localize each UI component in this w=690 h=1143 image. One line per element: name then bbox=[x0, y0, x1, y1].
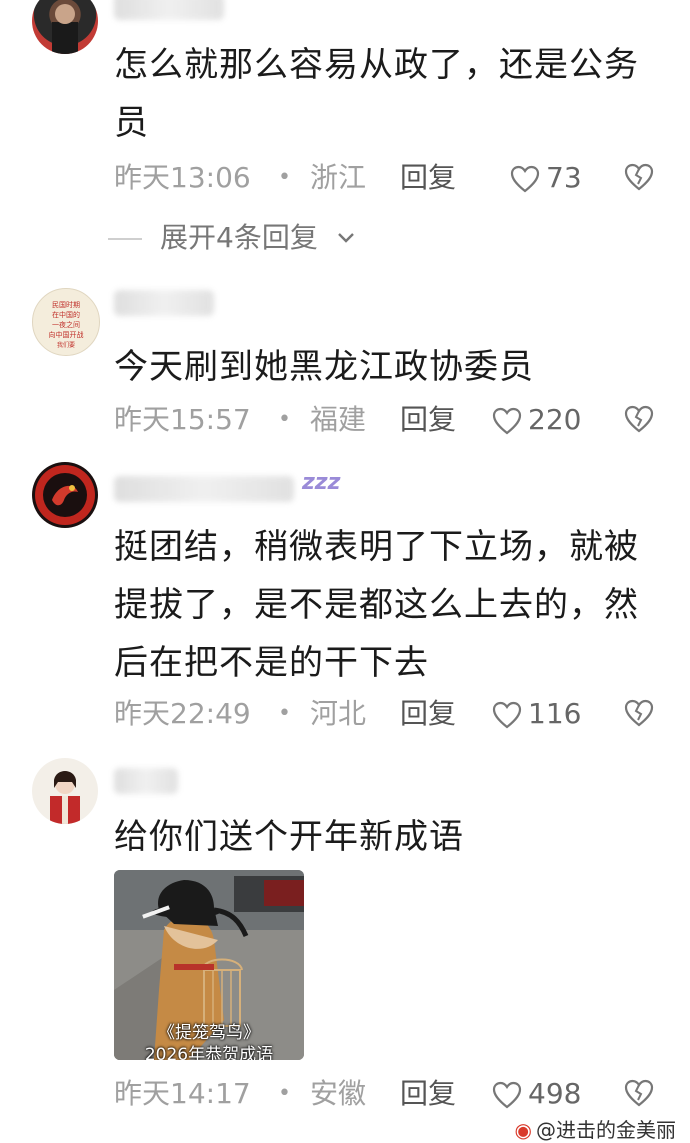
comment-time: 昨天14:17 bbox=[114, 1077, 251, 1110]
heart-outline-icon bbox=[510, 165, 540, 193]
reply-button[interactable]: 回复 bbox=[400, 1074, 456, 1114]
comment-time: 昨天15:57 bbox=[114, 403, 251, 436]
dislike-button[interactable] bbox=[624, 698, 654, 739]
heart-outline-icon bbox=[492, 701, 522, 729]
comment-text: 给你们送个开年新成语 bbox=[114, 817, 464, 857]
comment-time: 昨天13:06 bbox=[114, 161, 251, 194]
dislike-button[interactable] bbox=[624, 1078, 654, 1119]
separator-dot: • bbox=[278, 1081, 291, 1106]
comment-3: zzz 挺团结，稍微表明了下立场，就被提拔了，是不是都这么上去的，然后在把不是的… bbox=[0, 460, 690, 750]
separator-dot: • bbox=[278, 165, 291, 190]
broken-heart-icon bbox=[624, 163, 654, 191]
comment-text: 怎么就那么容易从政了，还是公务员 bbox=[114, 45, 639, 143]
comment-text: 今天刷到她黑龙江政协委员 bbox=[114, 347, 534, 387]
avatar[interactable] bbox=[32, 0, 98, 54]
heart-outline-icon bbox=[492, 1081, 522, 1109]
separator-dot: • bbox=[278, 407, 291, 432]
svg-text:我们要: 我们要 bbox=[57, 341, 75, 349]
watermark: ◉ @进击的金美丽 bbox=[515, 1114, 676, 1143]
like-count: 116 bbox=[528, 697, 582, 730]
heart-outline-icon bbox=[492, 407, 522, 435]
broken-heart-icon bbox=[624, 405, 654, 433]
reply-button[interactable]: 回复 bbox=[400, 694, 456, 734]
like-count: 73 bbox=[546, 161, 582, 194]
comment-meta: 昨天15:57 • 福建 回复 220 bbox=[114, 400, 674, 440]
image-caption-line2: 2026年恭贺成语 bbox=[144, 1045, 274, 1060]
comment-meta: 昨天22:49 • 河北 回复 116 bbox=[114, 694, 674, 734]
username-blurred[interactable] bbox=[114, 476, 294, 502]
separator-dot: • bbox=[278, 701, 291, 726]
avatar[interactable] bbox=[32, 462, 98, 528]
svg-text:在中国的: 在中国的 bbox=[52, 310, 80, 319]
reply-button[interactable]: 回复 bbox=[400, 158, 456, 198]
username-blurred[interactable] bbox=[114, 290, 214, 316]
comment-meta: 昨天13:06 • 浙江 回复 73 bbox=[114, 158, 674, 198]
comment-2: 民国时期 在中国的 一夜之间 向中国开战 我们要 今天刷到她黑龙江政协委员 昨天… bbox=[0, 270, 690, 460]
dislike-button[interactable] bbox=[624, 162, 654, 203]
comment-1: 怎么就那么容易从政了，还是公务员 昨天13:06 • 浙江 回复 73 展开4条… bbox=[0, 0, 690, 270]
expand-line bbox=[108, 238, 142, 240]
dislike-button[interactable] bbox=[624, 404, 654, 445]
like-button[interactable] bbox=[492, 700, 522, 740]
like-count: 498 bbox=[528, 1077, 582, 1110]
avatar[interactable]: 民国时期 在中国的 一夜之间 向中国开战 我们要 bbox=[32, 288, 100, 356]
comment-location: 安徽 bbox=[310, 1077, 367, 1110]
comment-meta: 昨天14:17 • 安徽 回复 498 bbox=[114, 1074, 674, 1114]
like-count: 220 bbox=[528, 403, 582, 436]
comment-4: 给你们送个开年新成语 《提笼驾鸟》 2026年恭贺成语 昨天14:17 • 安徽… bbox=[0, 750, 690, 1138]
weibo-icon: ◉ bbox=[514, 1118, 532, 1142]
like-button[interactable] bbox=[510, 164, 540, 204]
username-blurred[interactable] bbox=[114, 768, 178, 794]
broken-heart-icon bbox=[624, 1079, 654, 1107]
expand-replies-label: 展开4条回复 bbox=[160, 221, 318, 254]
svg-text:向中国开战: 向中国开战 bbox=[49, 330, 84, 339]
svg-text:民国时期: 民国时期 bbox=[52, 300, 80, 309]
comment-time: 昨天22:49 bbox=[114, 697, 251, 730]
zzz-sticker: zzz bbox=[302, 470, 341, 495]
svg-text:一夜之间: 一夜之间 bbox=[52, 320, 80, 329]
watermark-text: @进击的金美丽 bbox=[536, 1118, 676, 1142]
like-button[interactable] bbox=[492, 406, 522, 446]
comment-location: 浙江 bbox=[310, 161, 367, 194]
chevron-down-icon bbox=[338, 233, 354, 243]
reply-button[interactable]: 回复 bbox=[400, 400, 456, 440]
comment-image[interactable]: 《提笼驾鸟》 2026年恭贺成语 bbox=[114, 870, 304, 1060]
broken-heart-icon bbox=[624, 699, 654, 727]
avatar[interactable] bbox=[32, 758, 98, 824]
username-blurred[interactable] bbox=[114, 0, 224, 20]
comment-text: 挺团结，稍微表明了下立场，就被提拔了，是不是都这么上去的，然后在把不是的干下去 bbox=[114, 527, 639, 683]
comment-location: 福建 bbox=[310, 403, 367, 436]
comment-location: 河北 bbox=[310, 697, 367, 730]
